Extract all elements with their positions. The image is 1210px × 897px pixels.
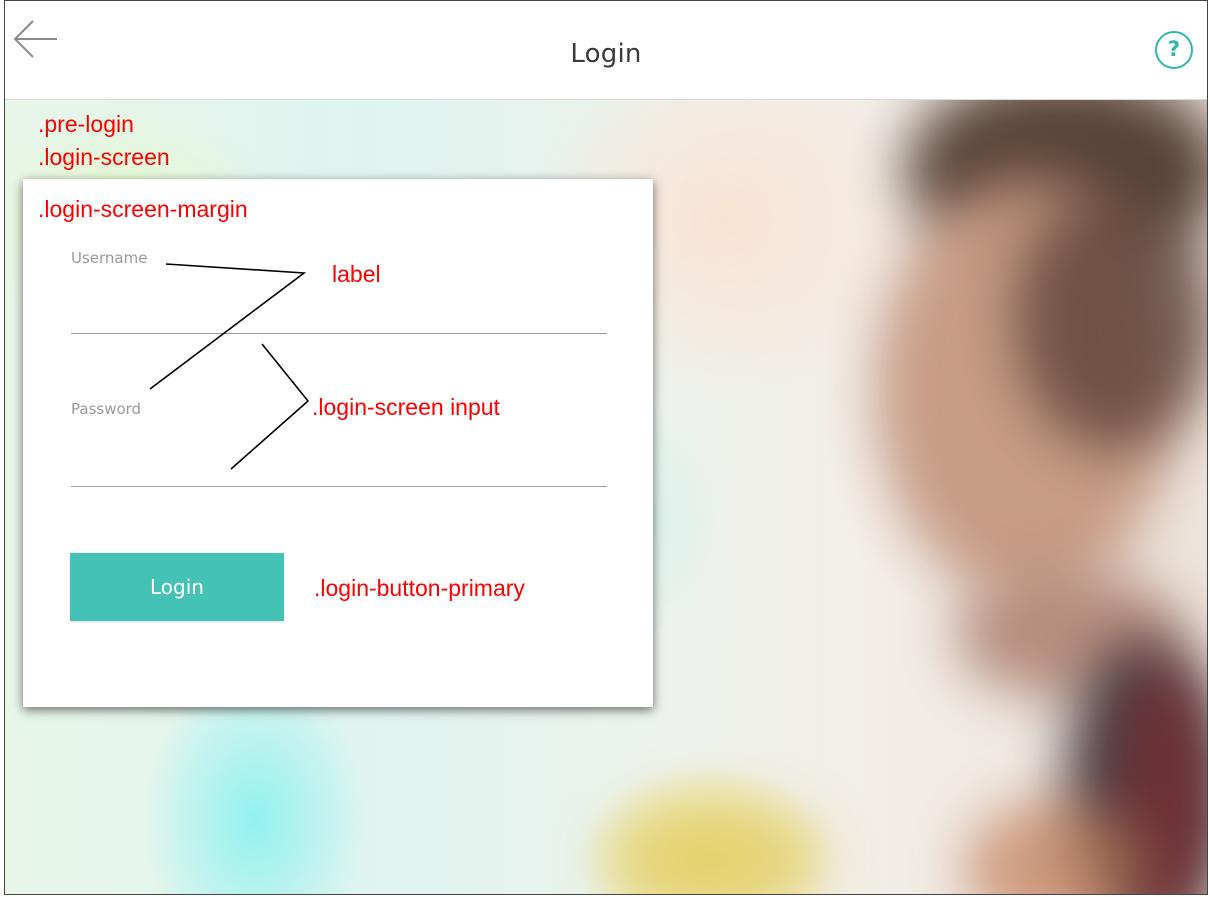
photo-yellow-light <box>605 800 825 894</box>
annotation-label: label <box>332 261 381 287</box>
annotation-login-screen-input: .login-screen input <box>312 394 500 420</box>
annotation-login-button-primary: .login-button-primary <box>314 575 525 601</box>
username-input[interactable] <box>71 297 607 334</box>
app-window: Login ? Username Password Login <box>4 0 1208 895</box>
page-title: Login <box>570 39 642 69</box>
login-card: Username Password Login <box>23 179 653 707</box>
annotation-login-screen-margin: .login-screen-margin <box>38 196 248 222</box>
login-button[interactable]: Login <box>70 553 284 621</box>
help-button[interactable]: ? <box>1155 31 1193 69</box>
annotation-login-screen: .login-screen <box>38 144 170 170</box>
password-label: Password <box>71 400 142 418</box>
username-label: Username <box>71 249 148 267</box>
help-icon: ? <box>1167 37 1181 61</box>
photo-face-shadow <box>1015 190 1207 450</box>
header-bar: Login ? <box>5 1 1207 100</box>
password-input[interactable] <box>71 450 607 487</box>
annotation-pre-login: .pre-login <box>38 111 134 137</box>
